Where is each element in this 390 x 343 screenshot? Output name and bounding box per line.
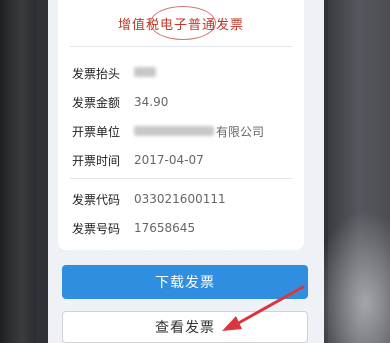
arrow-shaft — [233, 285, 305, 327]
arrow-head-icon — [222, 316, 242, 331]
annotation-arrow — [222, 285, 305, 331]
